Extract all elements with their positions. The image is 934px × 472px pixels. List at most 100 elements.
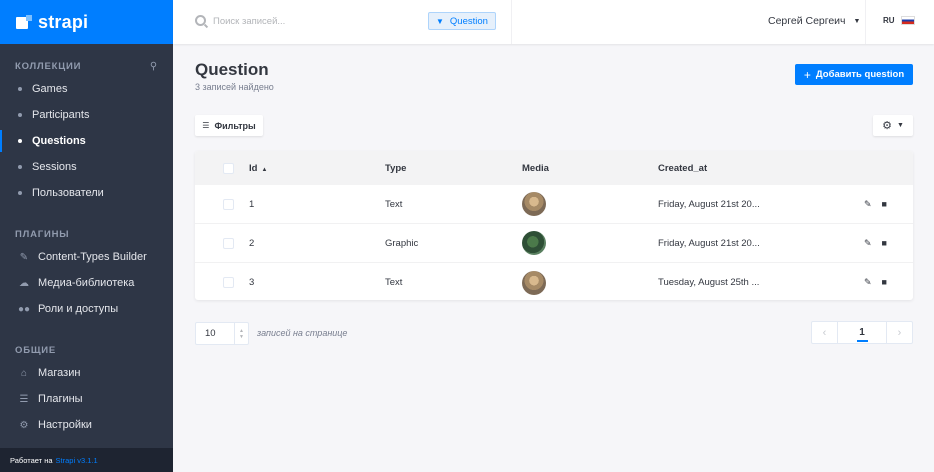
gear-icon: ⚙ bbox=[882, 120, 892, 132]
sidebar-item-settings[interactable]: ⚙ Настройки bbox=[0, 412, 173, 438]
page-title: Question bbox=[195, 60, 269, 79]
media-thumbnail bbox=[522, 231, 546, 255]
table-row[interactable]: 3 Text Tuesday, August 25th ... ✎ ■ bbox=[195, 263, 913, 300]
store-icon: ⌂ bbox=[20, 367, 28, 379]
cell-created-at: Friday, August 21st 20... bbox=[658, 237, 760, 249]
cell-created-at: Tuesday, August 25th ... bbox=[658, 277, 760, 288]
caret-down-icon: ▼ bbox=[896, 122, 904, 129]
sort-asc-icon: ▲ bbox=[261, 166, 268, 173]
language-code: RU bbox=[883, 16, 895, 25]
bullet-icon bbox=[18, 113, 22, 117]
row-actions: ✎ ■ bbox=[864, 199, 887, 210]
sidebar-item-label: Sessions bbox=[32, 161, 77, 173]
sidebar-item-users[interactable]: Пользователи bbox=[0, 180, 173, 206]
language-switcher[interactable]: RU bbox=[883, 16, 915, 25]
gear-icon: ⚙ bbox=[19, 419, 29, 431]
cell-id: 3 bbox=[249, 277, 255, 288]
row-checkbox[interactable] bbox=[223, 277, 234, 288]
trash-icon[interactable]: ■ bbox=[882, 277, 887, 288]
content-type-tag[interactable]: ▼ Question bbox=[428, 12, 496, 30]
edit-pencil-icon[interactable]: ✎ bbox=[864, 277, 872, 288]
sidebar-item-plugins[interactable]: ☰ Плагины bbox=[0, 386, 173, 412]
table-row[interactable]: 1 Text Friday, August 21st 20... ✎ ■ bbox=[195, 185, 913, 224]
column-header-created-at[interactable]: Created_at bbox=[658, 163, 707, 174]
strapi-version-link[interactable]: Strapi v3.1.1 bbox=[56, 456, 98, 465]
sidebar-item-roles[interactable]: ●● Роли и доступы bbox=[0, 296, 173, 322]
row-actions: ✎ ■ bbox=[864, 277, 887, 288]
cell-type: Text bbox=[385, 198, 403, 210]
cell-media bbox=[522, 270, 546, 295]
header-divider bbox=[511, 0, 512, 44]
search-input[interactable] bbox=[213, 12, 393, 30]
search-icon[interactable]: ⚲ bbox=[150, 61, 158, 72]
trash-icon[interactable]: ■ bbox=[882, 238, 887, 249]
sidebar-item-label: Медиа-библиотека bbox=[38, 277, 135, 289]
table-settings-button[interactable]: ⚙ ▼ bbox=[873, 115, 913, 136]
media-thumbnail bbox=[522, 270, 546, 295]
sidebar-item-content-types-builder[interactable]: ✎ Content-Types Builder bbox=[0, 244, 173, 270]
users-icon: ●● bbox=[18, 303, 31, 315]
per-page-select[interactable]: 10 ▲ ▼ bbox=[195, 322, 249, 345]
sidebar-item-label: Настройки bbox=[38, 419, 92, 431]
filter-icon: ▼ bbox=[436, 16, 444, 26]
table-header: Id ▲ Type Media Created_at bbox=[195, 151, 913, 185]
sidebar-item-label: Content-Types Builder bbox=[38, 251, 147, 263]
filter-icon: ☰ bbox=[202, 121, 210, 130]
cell-created-at: Friday, August 21st 20... bbox=[658, 198, 760, 210]
sidebar-item-participants[interactable]: Participants bbox=[0, 102, 173, 128]
sidebar-item-games[interactable]: Games bbox=[0, 76, 173, 102]
cell-type: Graphic bbox=[385, 237, 419, 249]
powered-by-footer: Работает на Strapi v3.1.1 bbox=[0, 448, 173, 472]
column-header-id[interactable]: Id ▲ bbox=[249, 163, 267, 174]
russia-flag-icon bbox=[900, 16, 915, 25]
column-header-type[interactable]: Type bbox=[385, 163, 406, 174]
filters-button[interactable]: ☰ Фильтры bbox=[195, 115, 263, 136]
sidebar: strapi КОЛЛЕКЦИИ ⚲ Games Participants Qu… bbox=[0, 0, 173, 472]
collections-title-text: КОЛЛЕКЦИИ bbox=[15, 60, 82, 72]
sidebar-item-label: Магазин bbox=[38, 367, 81, 379]
select-all-checkbox[interactable] bbox=[223, 162, 234, 174]
trash-icon[interactable]: ■ bbox=[882, 199, 887, 210]
sidebar-item-label: Questions bbox=[32, 135, 86, 147]
brand-header[interactable]: strapi bbox=[0, 0, 173, 44]
table-row[interactable]: 2 Graphic Friday, August 21st 20... ✎ ■ bbox=[195, 224, 913, 263]
edit-pencil-icon[interactable]: ✎ bbox=[864, 238, 872, 249]
pagination: ‹ 1 › bbox=[811, 321, 913, 344]
row-checkbox[interactable] bbox=[223, 198, 234, 210]
media-thumbnail bbox=[522, 192, 546, 216]
row-checkbox[interactable] bbox=[223, 237, 234, 249]
general-section-title: ОБЩИЕ bbox=[0, 340, 173, 360]
per-page-label: записей на странице bbox=[257, 328, 348, 338]
powered-by-text: Работает на bbox=[10, 455, 53, 465]
entries-count: 3 записей найдено bbox=[195, 82, 274, 92]
sidebar-item-questions[interactable]: Questions bbox=[0, 128, 173, 154]
brush-icon: ✎ bbox=[19, 251, 29, 263]
cell-id: 1 bbox=[249, 198, 255, 210]
sidebar-item-label: Роли и доступы bbox=[38, 303, 119, 315]
user-menu[interactable]: Сергей Сергеич ▼ bbox=[768, 15, 860, 27]
row-actions: ✎ ■ bbox=[864, 238, 887, 249]
column-header-media[interactable]: Media bbox=[522, 163, 549, 174]
caret-down-icon: ▼ bbox=[853, 17, 861, 25]
bullet-icon bbox=[18, 87, 22, 91]
chevron-right-icon[interactable]: › bbox=[886, 322, 912, 343]
page-number-current[interactable]: 1 bbox=[838, 322, 886, 343]
sidebar-item-sessions[interactable]: Sessions bbox=[0, 154, 173, 180]
plugins-section-title: ПЛАГИНЫ bbox=[0, 224, 173, 244]
general-title-text: ОБЩИЕ bbox=[15, 344, 57, 356]
sidebar-item-label: Пользователи bbox=[32, 187, 104, 199]
edit-pencil-icon[interactable]: ✎ bbox=[864, 199, 872, 210]
sidebar-item-marketplace[interactable]: ⌂ Магазин bbox=[0, 360, 173, 386]
chevron-left-icon[interactable]: ‹ bbox=[812, 322, 838, 343]
per-page-value: 10 bbox=[205, 328, 216, 339]
strapi-logo-icon bbox=[16, 15, 32, 29]
add-entry-button[interactable]: + Добавить question bbox=[795, 64, 913, 85]
bullet-icon bbox=[18, 165, 22, 169]
sidebar-item-label: Плагины bbox=[38, 393, 83, 405]
sidebar-item-media-library[interactable]: ☁ Медиа-библиотека bbox=[0, 270, 173, 296]
plugins-title-text: ПЛАГИНЫ bbox=[15, 228, 70, 240]
cell-media bbox=[522, 192, 546, 216]
cloud-icon: ☁ bbox=[19, 277, 29, 289]
header-divider bbox=[865, 0, 866, 44]
top-header: ▼ Question Сергей Сергеич ▼ RU bbox=[173, 0, 934, 44]
